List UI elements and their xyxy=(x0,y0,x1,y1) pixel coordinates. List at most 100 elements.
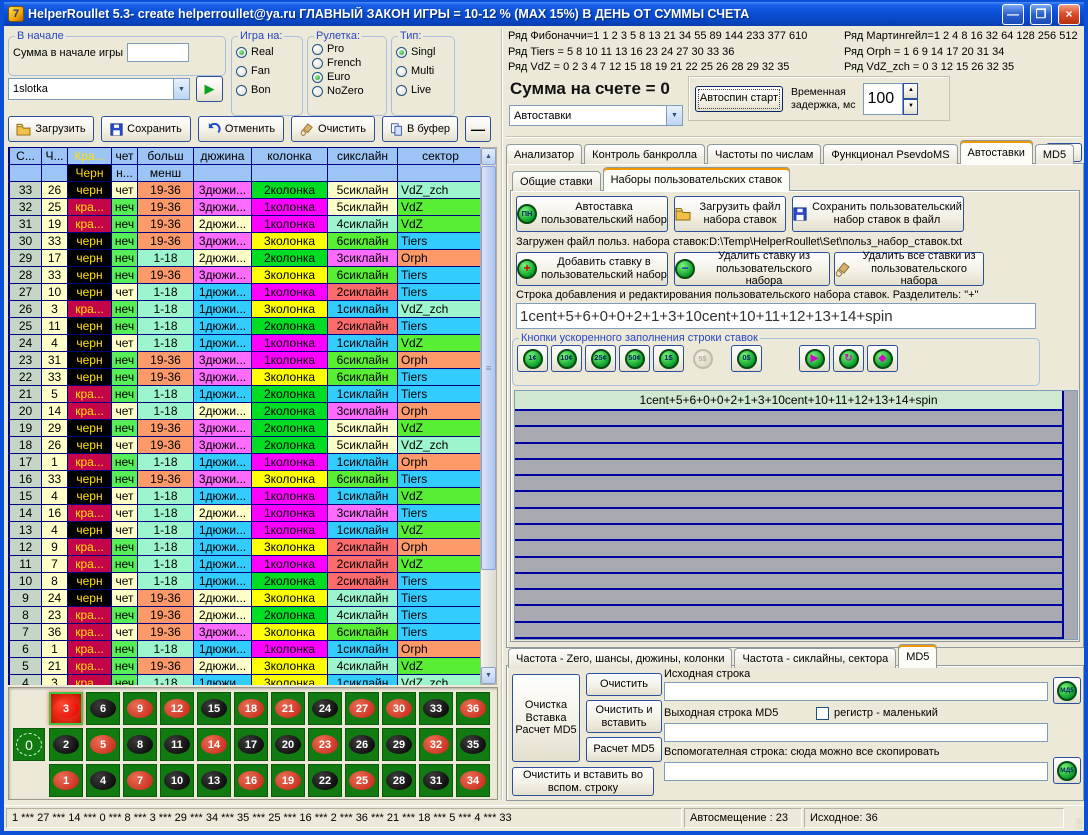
history-row[interactable]: 171кра...неч1-181дюжи...1колонка1сиклайн… xyxy=(10,454,481,471)
bet-set-empty-row[interactable] xyxy=(515,558,1062,574)
board-number-3[interactable]: 3 xyxy=(49,692,83,725)
radio-NoZero[interactable]: NoZero xyxy=(312,85,382,97)
board-number-31[interactable]: 31 xyxy=(419,764,453,797)
board-number-16[interactable]: 16 xyxy=(234,764,268,797)
bet-set-row[interactable]: 1cent+5+6+0+0+2+1+3+10cent+10+11+12+13+1… xyxy=(515,391,1062,411)
history-row[interactable]: 823кра...неч19-362дюжи...2колонка4сиклай… xyxy=(10,607,481,624)
quick-bet-50¢-button[interactable]: 50¢ xyxy=(619,345,650,372)
add-bet-button[interactable]: + Добавить ставку в пользовательский наб… xyxy=(516,252,668,286)
board-number-19[interactable]: 19 xyxy=(271,764,305,797)
tab-MD5[interactable]: MD5 xyxy=(1035,144,1074,164)
minimize-button[interactable]: — xyxy=(1002,4,1024,25)
md5-clear-button[interactable]: Очистить xyxy=(586,673,662,696)
close-button[interactable]: × xyxy=(1058,4,1080,25)
tab-Наборы пользовательских ставок[interactable]: Наборы пользовательских ставок xyxy=(603,167,790,191)
board-number-17[interactable]: 17 xyxy=(234,728,268,761)
scroll-down-icon[interactable]: ▼ xyxy=(481,667,496,684)
history-row[interactable]: 244чернчет1-181дюжи...1колонка1сиклайнVd… xyxy=(10,335,481,352)
md5-output-input[interactable] xyxy=(664,723,1048,742)
clear-button[interactable]: Очистить xyxy=(291,116,375,142)
board-number-6[interactable]: 6 xyxy=(86,692,120,725)
board-number-2[interactable]: 2 xyxy=(49,728,83,761)
mix-button[interactable]: ◆ xyxy=(867,345,898,372)
maximize-button[interactable]: ❐ xyxy=(1030,4,1052,25)
slot-combobox[interactable]: 1slotka ▼ xyxy=(8,78,190,100)
remove-all-bets-button[interactable]: Удалить все ставки из пользовательского … xyxy=(834,252,984,286)
board-number-21[interactable]: 21 xyxy=(271,692,305,725)
board-number-18[interactable]: 18 xyxy=(234,692,268,725)
history-row[interactable]: 1633черннеч19-363дюжи...3колонка6сиклайн… xyxy=(10,471,481,488)
spinner-down-icon[interactable]: ▼ xyxy=(903,99,918,115)
copy-to-buffer-button[interactable]: В буфер xyxy=(382,116,458,142)
history-row[interactable]: 3225кра...неч19-363дюжи...1колонка5сикла… xyxy=(10,199,481,216)
tab-Частоты по числам[interactable]: Частоты по числам xyxy=(707,144,821,164)
save-bet-file-button[interactable]: Сохранить пользовательский набор ставок … xyxy=(792,196,964,232)
history-row[interactable]: 1416кра...чет1-182дюжи...1колонка3сиклай… xyxy=(10,505,481,522)
board-number-23[interactable]: 23 xyxy=(308,728,342,761)
history-row[interactable]: 736кра...чет19-363дюжи...3колонка6сиклай… xyxy=(10,624,481,641)
history-row[interactable]: 2331черннеч19-363дюжи...1колонка6сиклайн… xyxy=(10,352,481,369)
board-number-28[interactable]: 28 xyxy=(382,764,416,797)
bet-set-empty-row[interactable] xyxy=(515,525,1062,541)
board-number-0[interactable]: 0 xyxy=(13,728,45,761)
history-row[interactable]: 924чернчет19-362дюжи...3колонка4сиклайнT… xyxy=(10,590,481,607)
md5-clear-paste-aux-button[interactable]: Очистить и вставить во вспом. строку xyxy=(512,767,654,796)
md5-calc-button[interactable]: Расчет MD5 xyxy=(586,737,662,762)
bet-set-empty-row[interactable] xyxy=(515,427,1062,443)
board-number-12[interactable]: 12 xyxy=(160,692,194,725)
collapse-button[interactable]: — xyxy=(465,116,491,142)
bet-set-empty-row[interactable] xyxy=(515,606,1062,622)
history-row[interactable]: 2833черннеч19-363дюжи...3колонка6сиклайн… xyxy=(10,267,481,284)
history-row[interactable]: 2710чернчет1-181дюжи...1колонка2сиклайнT… xyxy=(10,284,481,301)
board-number-33[interactable]: 33 xyxy=(419,692,453,725)
history-row[interactable]: 2014кра...чет1-182дюжи...2колонка3сиклай… xyxy=(10,403,481,420)
bet-string-input[interactable] xyxy=(516,303,1036,329)
autospin-start-button[interactable]: Автоспин старт xyxy=(695,86,783,112)
start-play-button[interactable]: ▶ xyxy=(196,76,223,102)
tab-Функционал PsevdoMS[interactable]: Функционал PsevdoMS xyxy=(823,144,957,164)
history-row[interactable]: 2917черннеч1-182дюжи...2колонка3сиклайнO… xyxy=(10,250,481,267)
history-row[interactable]: 3033черннеч19-363дюжи...3колонка6сиклайн… xyxy=(10,233,481,250)
board-number-10[interactable]: 10 xyxy=(160,764,194,797)
radio-French[interactable]: French xyxy=(312,57,382,69)
autobet-user-set-button[interactable]: ПН Автоставка пользовательский набор xyxy=(516,196,668,232)
board-number-14[interactable]: 14 xyxy=(197,728,231,761)
radio-Bon[interactable]: Bon xyxy=(236,84,298,96)
tab-Частота - сиклайны, сектора[interactable]: Частота - сиклайны, сектора xyxy=(734,648,896,668)
radio-Multi[interactable]: Multi xyxy=(396,65,450,77)
tab-Общие ставки[interactable]: Общие ставки xyxy=(512,171,601,191)
history-row[interactable]: 61кра...неч1-181дюжи...1колонка1сиклайнO… xyxy=(10,641,481,658)
start-sum-input[interactable] xyxy=(127,43,189,62)
history-row[interactable]: 3119кра...неч19-362дюжи...1колонка4сикла… xyxy=(10,216,481,233)
delay-value[interactable]: 100 xyxy=(863,83,903,115)
board-number-13[interactable]: 13 xyxy=(197,764,231,797)
md5-aux-run-button[interactable]: МД5 xyxy=(1053,757,1081,784)
list-gutter[interactable] xyxy=(1062,391,1077,639)
bet-set-empty-row[interactable] xyxy=(515,492,1062,508)
quick-bet-1¢-button[interactable]: 1¢ xyxy=(517,345,548,372)
md5-all-in-one-button[interactable]: Очистка Вставка Расчет MD5 xyxy=(512,674,580,762)
board-number-32[interactable]: 32 xyxy=(419,728,453,761)
history-row[interactable]: 108чернчет1-181дюжи...2колонка2сиклайнTi… xyxy=(10,573,481,590)
resize-grip[interactable]: ░ xyxy=(1066,808,1082,828)
tab-Автоставки[interactable]: Автоставки xyxy=(960,140,1033,164)
titlebar[interactable]: 7 HelperRoullet 5.3- create helperroulle… xyxy=(4,2,1084,26)
tab-Частота - Zero, шансы, дюжины, колонки[interactable]: Частота - Zero, шансы, дюжины, колонки xyxy=(508,648,732,668)
history-row[interactable]: 521кра...неч19-362дюжи...3колонка4сиклай… xyxy=(10,658,481,675)
md5-source-input[interactable] xyxy=(664,682,1048,701)
bet-set-empty-row[interactable] xyxy=(515,623,1062,639)
board-number-22[interactable]: 22 xyxy=(308,764,342,797)
board-number-34[interactable]: 34 xyxy=(456,764,490,797)
scrollbar-thumb[interactable]: ≡ xyxy=(481,166,496,570)
quick-bet-0$-button[interactable]: 0$ xyxy=(731,345,762,372)
history-row[interactable]: 117кра...неч1-181дюжи...1колонка2сиклайн… xyxy=(10,556,481,573)
board-number-26[interactable]: 26 xyxy=(345,728,379,761)
chevron-down-icon[interactable]: ▼ xyxy=(666,106,682,125)
history-row[interactable]: 263кра...неч1-181дюжи...3колонка1сиклайн… xyxy=(10,301,481,318)
bet-set-empty-row[interactable] xyxy=(515,590,1062,606)
bet-set-empty-row[interactable] xyxy=(515,541,1062,557)
board-number-30[interactable]: 30 xyxy=(382,692,416,725)
board-number-20[interactable]: 20 xyxy=(271,728,305,761)
tab-Контроль банкролла[interactable]: Контроль банкролла xyxy=(584,144,705,164)
board-number-9[interactable]: 9 xyxy=(123,692,157,725)
